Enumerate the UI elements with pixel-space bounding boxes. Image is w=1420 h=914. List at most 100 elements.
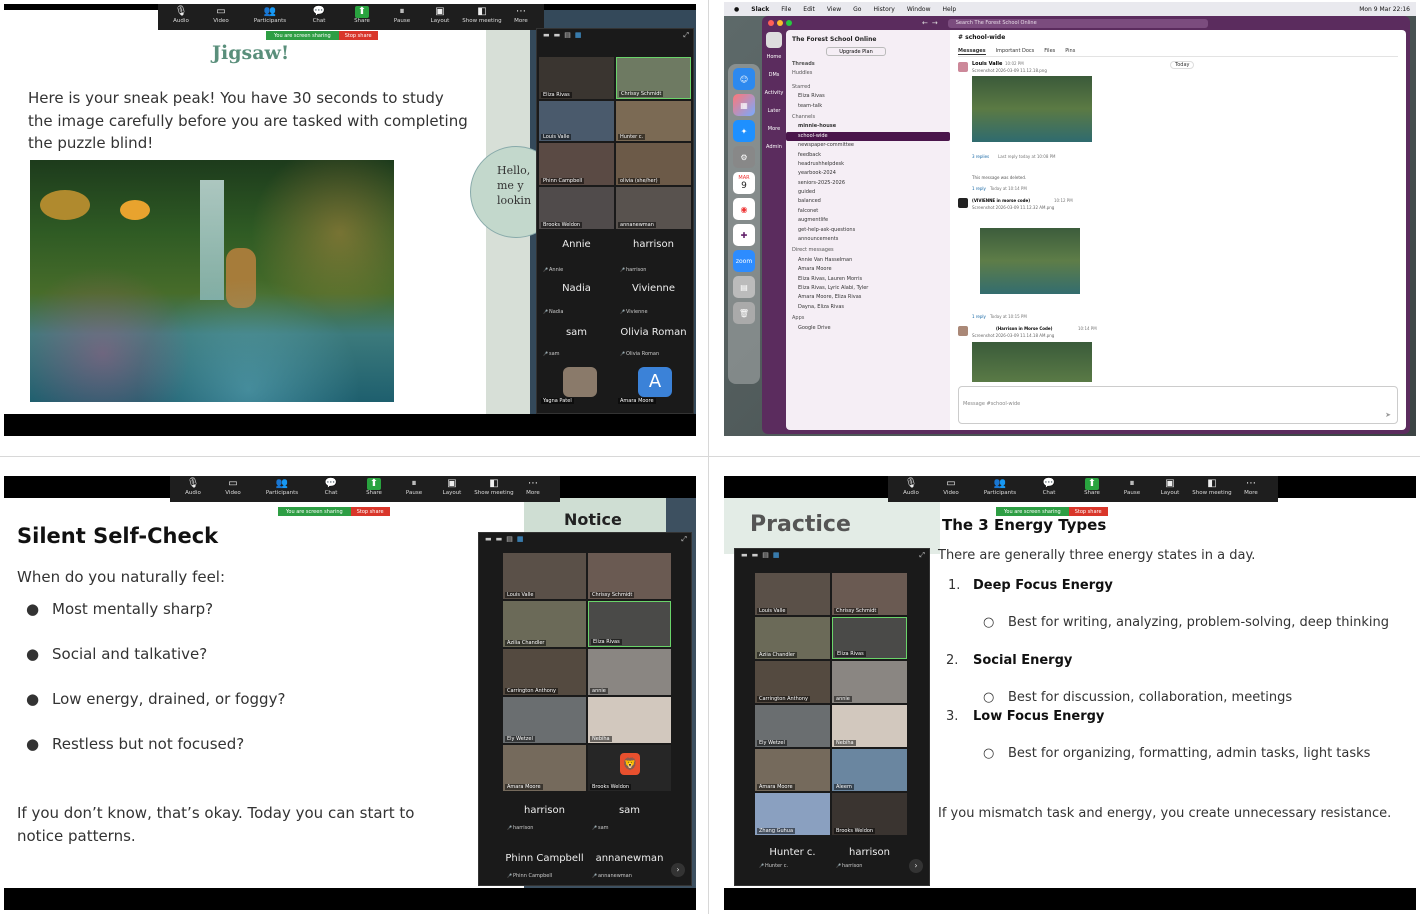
next-page-icon[interactable]: › [909, 859, 923, 873]
file-name[interactable]: Screenshot 2026-03-09 11.12.32 AM.png [972, 205, 1054, 210]
video-tile[interactable]: Brooks Weldon [832, 793, 907, 835]
video-tile[interactable]: Brooks Weldon [539, 187, 614, 229]
expand-icon[interactable]: ⤢ [683, 31, 689, 40]
channel-item[interactable]: augmentlife [786, 216, 950, 225]
name-tile[interactable]: samsam [539, 327, 614, 367]
hide-video-icon[interactable]: ▬ [554, 31, 561, 39]
channels-section[interactable]: Channels [786, 113, 950, 122]
name-tile[interactable]: harrisonharrison [616, 239, 691, 279]
gallery-grid-icon[interactable]: ▦ [575, 31, 582, 39]
forward-arrow-icon[interactable]: → [932, 19, 938, 27]
sidebar-huddles[interactable]: Huddles [786, 69, 950, 78]
dm-item[interactable]: Annie Van Hasselman [786, 256, 950, 265]
pause-button[interactable]: ⏸ Pause [1112, 476, 1152, 496]
chat-button[interactable]: 💬 Chat [1026, 476, 1072, 496]
video-tile[interactable]: Yagna Patel [539, 365, 614, 405]
rail-activity[interactable]: Activity [762, 90, 786, 96]
video-tile[interactable]: Louis Valle [539, 101, 614, 141]
share-button[interactable]: ⬆ Share [1072, 476, 1112, 496]
audio-button[interactable]: 🎙 Audio [176, 476, 210, 496]
safari-icon[interactable]: ✦ [733, 120, 755, 142]
speaker-view-icon[interactable]: ▤ [506, 535, 513, 543]
close-window-icon[interactable] [768, 20, 774, 26]
more-button[interactable]: ⋯ More [1236, 476, 1266, 496]
video-tile[interactable]: olivia (she/her) [616, 143, 691, 185]
video-tile[interactable]: Chrissy Schmidt [832, 573, 907, 615]
speaker-view-icon[interactable]: ▤ [564, 31, 571, 39]
channel-item[interactable]: balanced [786, 197, 950, 206]
speaker-view-icon[interactable]: ▤ [762, 551, 769, 559]
video-tile[interactable]: Zhang Guhua [755, 793, 830, 835]
menu-view[interactable]: View [827, 6, 841, 13]
settings-icon[interactable]: ⚙ [733, 146, 755, 168]
rail-admin[interactable]: Admin [762, 144, 786, 150]
video-tile[interactable]: A Amara Moore [616, 365, 691, 405]
workspace-icon[interactable] [766, 32, 782, 48]
upgrade-plan-button[interactable]: Upgrade Plan [826, 47, 886, 56]
video-tile[interactable]: Louis Valle [755, 573, 830, 615]
name-tile[interactable]: VivienneVivienne [616, 283, 691, 323]
channel-item[interactable]: guided [786, 188, 950, 197]
channel-item[interactable]: seniors-2025-2026 [786, 179, 950, 188]
video-tile[interactable]: Aleem [832, 749, 907, 791]
layout-button[interactable]: ▣ Layout [1152, 476, 1188, 496]
preview-icon[interactable]: ▤ [733, 276, 755, 298]
name-tile[interactable]: harrisonharrison [503, 805, 586, 841]
participants-button[interactable]: 👥 Participants [256, 476, 308, 496]
video-tile[interactable]: Nebiha [588, 697, 671, 743]
video-tile[interactable]: Aziia Chandler [755, 617, 830, 659]
minimize-icon[interactable]: ▬ [543, 31, 550, 39]
workspace-name[interactable]: The Forest School Online [786, 30, 950, 43]
layout-button[interactable]: ▣ Layout [422, 4, 458, 24]
name-tile[interactable]: AnnieAnnie [539, 239, 614, 279]
tab-messages[interactable]: Messages [958, 48, 986, 55]
apple-icon[interactable]: ● [734, 6, 739, 13]
video-tile[interactable]: Ely Wetzel [503, 697, 586, 743]
minimize-icon[interactable]: ▬ [485, 535, 492, 543]
expand-icon[interactable]: ⤢ [681, 535, 687, 544]
thread-replies[interactable]: 1 reply [972, 186, 986, 191]
video-tile[interactable]: Phinn Campbell [539, 143, 614, 185]
minimize-icon[interactable]: ▬ [741, 551, 748, 559]
channel-item[interactable]: get-help-ask-questions [786, 226, 950, 235]
video-tile[interactable]: annie [832, 661, 907, 703]
audio-button[interactable]: 🎙 Audio [164, 4, 198, 24]
pause-button[interactable]: ⏸ Pause [382, 4, 422, 24]
stop-share-button[interactable]: Stop share [350, 507, 390, 516]
maximize-window-icon[interactable] [786, 20, 792, 26]
more-button[interactable]: ⋯ More [518, 476, 548, 496]
show-meeting-button[interactable]: ◧ Show meeting [458, 4, 506, 24]
pause-button[interactable]: ⏸ Pause [394, 476, 434, 496]
video-button[interactable]: ▭ Video [928, 476, 974, 496]
channel-item[interactable]: yearbook-2024 [786, 169, 950, 178]
tab-important-docs[interactable]: Important Docs [996, 48, 1035, 55]
video-tile[interactable]: Chrissy Schmidt [588, 553, 671, 599]
file-name[interactable]: Screenshot 2026-03-09 11.12.18.png [972, 68, 1047, 73]
menu-edit[interactable]: Edit [803, 6, 815, 13]
video-tile[interactable]: annanewman [616, 187, 691, 229]
sidebar-item[interactable]: Eliza Rivas [786, 92, 950, 101]
trash-icon[interactable]: 🗑 [733, 302, 755, 324]
message-composer[interactable]: Message #school-wide ➤ [958, 386, 1398, 424]
audio-button[interactable]: 🎙 Audio [894, 476, 928, 496]
apps-section[interactable]: Apps [786, 314, 950, 323]
dm-item[interactable]: Eliza Rivas, Lyric Alabi, Tyler [786, 284, 950, 293]
video-tile[interactable]: annie [588, 649, 671, 695]
name-tile[interactable]: Phinn CampbellPhinn Campbell [503, 853, 586, 885]
channel-item[interactable]: headrushhelpdesk [786, 160, 950, 169]
message-author[interactable]: Louis Valle [972, 61, 1002, 67]
menu-help[interactable]: Help [943, 6, 957, 13]
app-item[interactable]: Google Drive [786, 324, 950, 333]
video-tile[interactable]: Carrington Anthony [503, 649, 586, 695]
video-tile[interactable]: Eliza Rivas [588, 601, 671, 647]
slack-icon[interactable]: ✚ [733, 224, 755, 246]
menu-slack[interactable]: Slack [751, 6, 769, 13]
video-tile[interactable]: Eliza Rivas [539, 57, 614, 99]
menu-history[interactable]: History [873, 6, 894, 13]
finder-icon[interactable]: ☺ [733, 68, 755, 90]
send-icon[interactable]: ➤ [1385, 411, 1391, 419]
channel-name[interactable]: # school-wide [958, 34, 1005, 41]
video-tile[interactable]: Amara Moore [503, 745, 586, 791]
rail-more[interactable]: More [762, 126, 786, 132]
next-page-icon[interactable]: › [671, 863, 685, 877]
